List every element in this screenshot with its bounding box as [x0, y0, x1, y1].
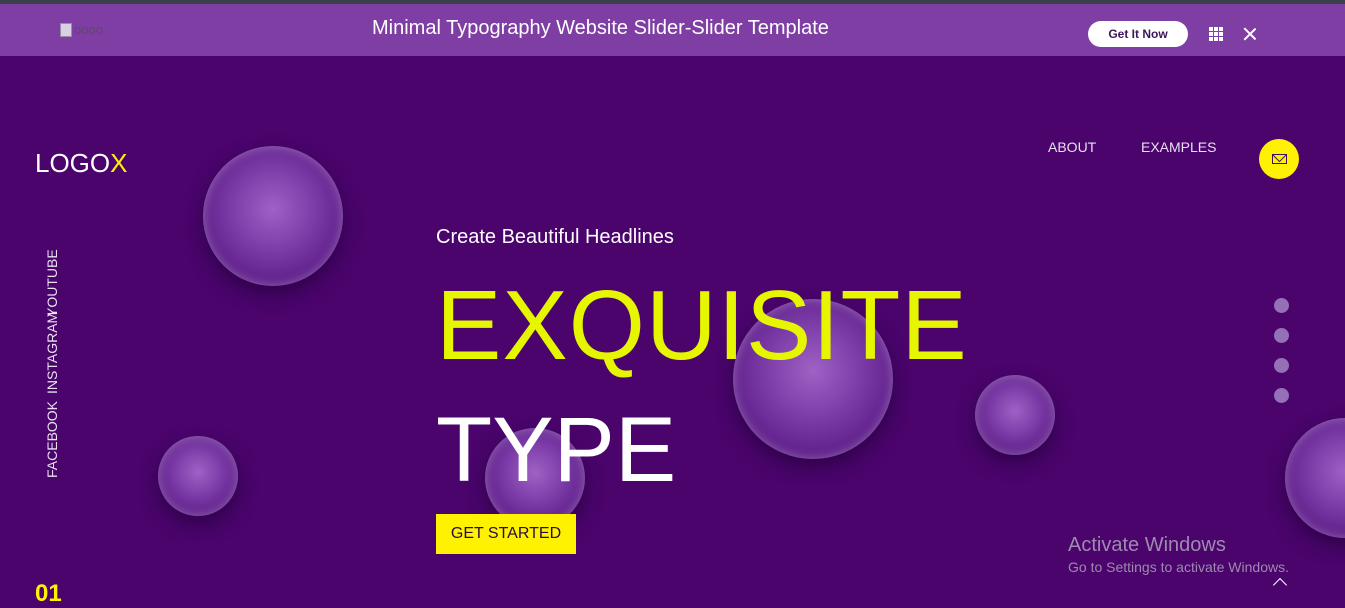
- slide-number: 01: [35, 580, 62, 607]
- grid-icon[interactable]: [1209, 27, 1223, 41]
- social-link-youtube[interactable]: YOUTUBE: [44, 249, 60, 317]
- decorative-bubble: [1285, 418, 1345, 538]
- nav-link-examples[interactable]: EXAMPLES: [1141, 139, 1216, 155]
- close-icon[interactable]: [1242, 26, 1258, 42]
- decorative-bubble: [975, 375, 1055, 455]
- slide-dot-3[interactable]: [1274, 358, 1289, 373]
- hero-headline-line-1: EXQUISITE: [436, 270, 968, 380]
- logo-accent: X: [110, 148, 128, 178]
- activation-watermark-subtitle: Go to Settings to activate Windows.: [1068, 559, 1289, 575]
- hero-subheading: Create Beautiful Headlines: [436, 226, 674, 248]
- image-alt-text: oooo: [74, 22, 103, 37]
- logo-text: LOGO: [35, 148, 111, 178]
- slide-dot-1[interactable]: [1274, 298, 1289, 313]
- mail-icon: [1271, 154, 1287, 164]
- hero-headline-line-2: TYPE: [436, 399, 677, 501]
- social-links: FACEBOOK INSTAGRAM YOUTUBE: [44, 218, 64, 478]
- activation-watermark-title: Activate Windows: [1068, 534, 1226, 556]
- social-link-facebook[interactable]: FACEBOOK: [44, 401, 60, 478]
- decorative-bubble: [203, 146, 343, 286]
- nav-link-about[interactable]: ABOUT: [1048, 139, 1096, 155]
- contact-button[interactable]: [1259, 139, 1299, 179]
- preview-title: Minimal Typography Website Slider-Slider…: [372, 17, 829, 39]
- broken-image: oooo: [60, 22, 103, 37]
- broken-image-icon: [60, 22, 72, 37]
- social-link-instagram[interactable]: INSTAGRAM: [44, 312, 60, 394]
- slide-dot-2[interactable]: [1274, 328, 1289, 343]
- site-logo[interactable]: LOGOX: [35, 148, 127, 179]
- chevron-up-icon[interactable]: [1272, 577, 1288, 593]
- get-it-now-button[interactable]: Get It Now: [1088, 21, 1188, 47]
- slide-dot-4[interactable]: [1274, 388, 1289, 403]
- decorative-bubble: [158, 436, 238, 516]
- template-preview-bar: oooo Minimal Typography Website Slider-S…: [0, 4, 1345, 56]
- get-started-button[interactable]: GET STARTED: [436, 514, 576, 554]
